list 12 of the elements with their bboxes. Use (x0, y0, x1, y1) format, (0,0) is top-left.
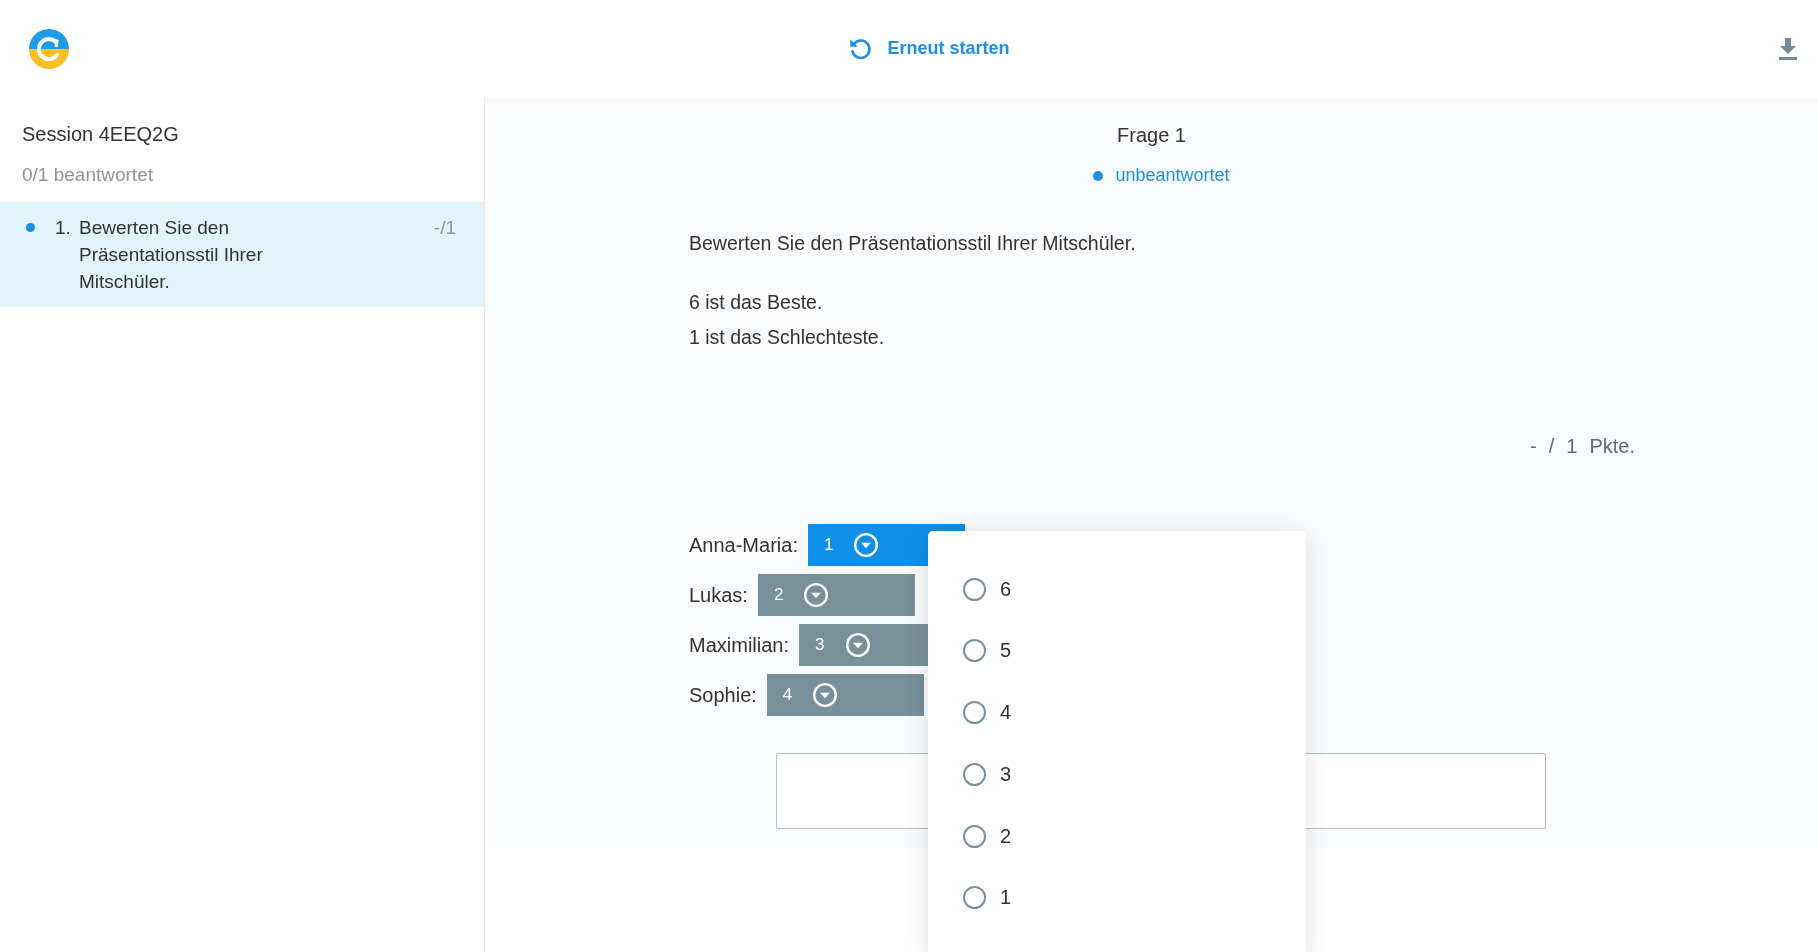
student-name: Lukas: (689, 583, 748, 607)
student-name: Sophie: (689, 683, 757, 707)
student-name: Anna-Maria: (689, 533, 798, 557)
note-text: 1 ist das Schlechteste. (689, 325, 886, 350)
question-title: Frage 1 (1116, 124, 1187, 147)
student-name: Maximilian: (689, 633, 790, 657)
question-text: Bewerten Sie den Präsentationsstil Ihrer Mitschüler. (689, 232, 1137, 255)
note-text: 6 ist das Beste. (689, 290, 824, 315)
progress-text: 0/1 beantwortet (21, 163, 154, 187)
session-title: Session 4EEQ2G (21, 123, 180, 146)
status-text: unbeantwortet (1115, 165, 1230, 186)
points-text: - / 1 Pkte. (1530, 435, 1635, 458)
